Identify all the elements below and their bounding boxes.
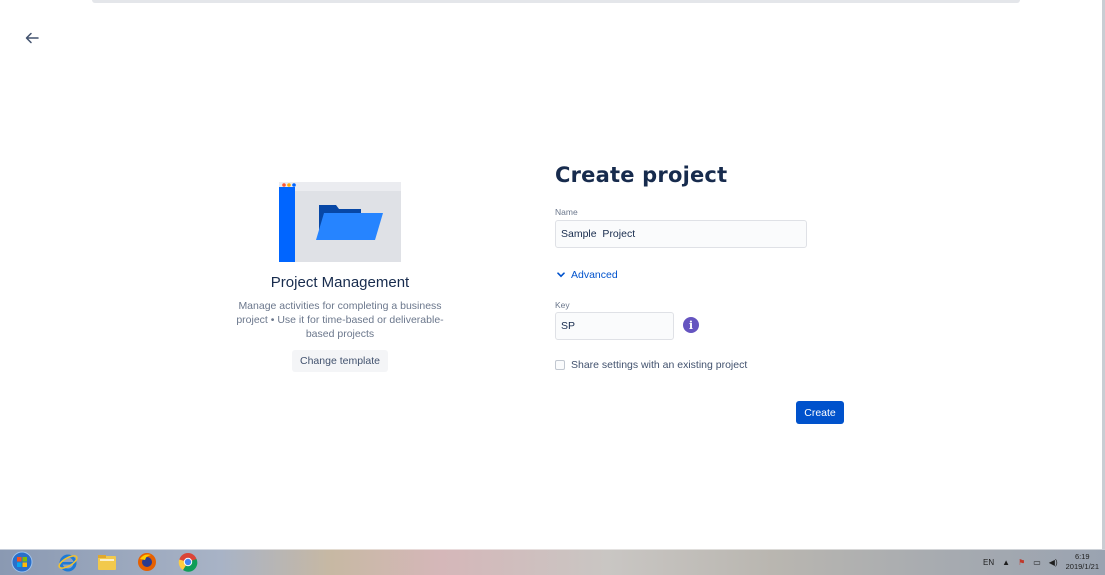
clock-time: 6:19 bbox=[1075, 552, 1090, 561]
scroll-area-bar bbox=[92, 0, 1020, 3]
template-description-line: project • Use it for time-based or deliv… bbox=[236, 314, 444, 326]
internet-explorer-icon[interactable] bbox=[56, 550, 80, 574]
back-button[interactable] bbox=[22, 28, 42, 48]
template-description: Manage activities for completing a busin… bbox=[220, 299, 460, 341]
info-icon[interactable]: i bbox=[683, 317, 699, 333]
advanced-toggle[interactable]: Advanced bbox=[557, 269, 618, 281]
create-button[interactable]: Create bbox=[796, 401, 844, 424]
advanced-label: Advanced bbox=[571, 269, 618, 281]
chevron-down-icon bbox=[557, 272, 565, 278]
name-label: Name bbox=[555, 207, 578, 217]
clock-date: 2019/1/21 bbox=[1065, 562, 1099, 571]
template-illustration bbox=[279, 180, 401, 262]
windows-start-icon[interactable] bbox=[10, 550, 34, 574]
share-settings-checkbox[interactable] bbox=[555, 360, 565, 370]
language-indicator[interactable]: EN bbox=[983, 558, 994, 567]
template-description-line: based projects bbox=[305, 328, 375, 340]
chrome-icon[interactable] bbox=[176, 550, 200, 574]
template-panel: Project Management Manage activities for… bbox=[215, 180, 465, 372]
share-settings-label: Share settings with an existing project bbox=[571, 359, 748, 371]
key-label: Key bbox=[555, 300, 570, 310]
share-settings-option[interactable]: Share settings with an existing project bbox=[555, 359, 747, 371]
key-input[interactable] bbox=[555, 312, 674, 340]
action-center-flag-icon[interactable]: ⚑ bbox=[1018, 558, 1025, 567]
name-input[interactable] bbox=[555, 220, 807, 248]
firefox-icon[interactable] bbox=[135, 550, 159, 574]
chevron-up-icon[interactable]: ▲ bbox=[1002, 558, 1010, 567]
template-description-line: Manage activities for completing a busin… bbox=[238, 300, 442, 312]
clock[interactable]: 6:19 2019/1/21 bbox=[1066, 552, 1099, 572]
browser-top-strip bbox=[0, 0, 1105, 6]
system-tray: EN ▲ ⚑ ▭ ◀) 6:19 2019/1/21 bbox=[983, 549, 1099, 575]
arrow-left-icon bbox=[25, 32, 39, 44]
volume-icon[interactable]: ◀) bbox=[1049, 558, 1058, 567]
create-project-form: Create project Name Advanced Key i Share… bbox=[555, 162, 855, 424]
change-template-button[interactable]: Change template bbox=[292, 350, 388, 372]
network-icon[interactable]: ▭ bbox=[1033, 558, 1041, 567]
file-explorer-icon[interactable] bbox=[95, 550, 119, 574]
template-title: Project Management bbox=[270, 274, 410, 291]
page-title: Create project bbox=[555, 163, 728, 187]
taskbar: EN ▲ ⚑ ▭ ◀) 6:19 2019/1/21 bbox=[0, 549, 1105, 575]
